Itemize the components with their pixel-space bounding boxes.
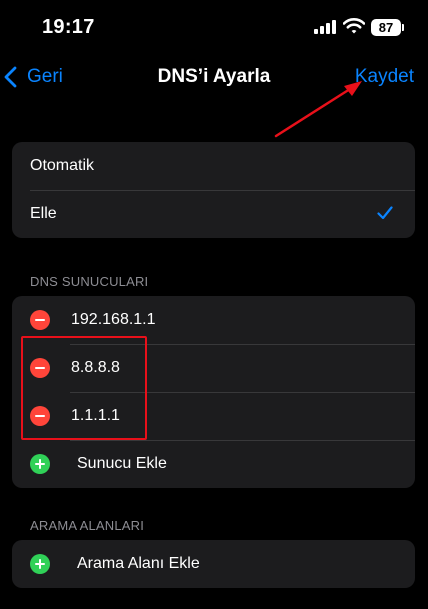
dns-mode-group: Otomatik Elle <box>12 142 415 238</box>
wifi-icon <box>343 18 365 34</box>
annotation-arrow <box>274 81 362 138</box>
status-time: 19:17 <box>42 16 95 38</box>
dns-server-address: 192.168.1.1 <box>71 311 156 328</box>
dns-servers-header: DNS SUNUCULARI <box>30 274 149 289</box>
add-icon[interactable] <box>30 554 50 574</box>
signal-icon <box>314 20 336 34</box>
add-server-label: Sunucu Ekle <box>77 455 167 472</box>
remove-icon[interactable] <box>30 310 50 330</box>
checkmark-icon <box>377 206 393 220</box>
mode-option-manual[interactable]: Elle <box>12 190 415 238</box>
search-domains-header: ARAMA ALANLARI <box>30 518 145 533</box>
status-bar: 19:17 87 <box>0 0 428 54</box>
mode-option-label: Elle <box>30 205 57 222</box>
mode-option-automatic[interactable]: Otomatik <box>12 142 415 190</box>
add-search-domain-label: Arama Alanı Ekle <box>77 555 200 572</box>
battery-icon: 87 <box>371 19 401 36</box>
search-domains-group: Arama Alanı Ekle <box>12 540 415 588</box>
battery-cap <box>402 24 404 31</box>
add-search-domain-row[interactable]: Arama Alanı Ekle <box>12 540 415 588</box>
add-server-row[interactable]: Sunucu Ekle <box>12 440 415 488</box>
add-icon[interactable] <box>30 454 50 474</box>
annotation-highlight-box <box>21 336 147 440</box>
mode-option-label: Otomatik <box>30 157 95 174</box>
